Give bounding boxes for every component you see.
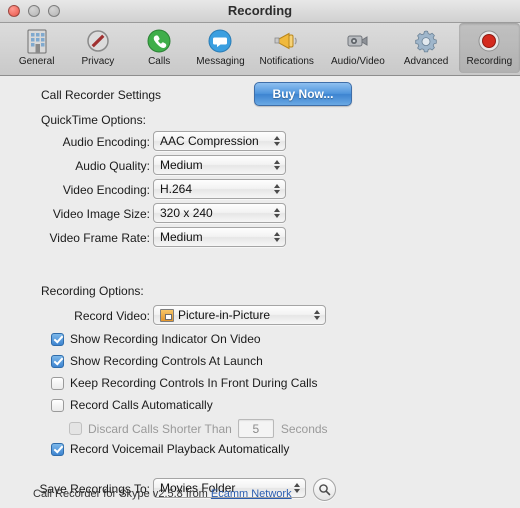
- zoom-button[interactable]: [48, 5, 60, 17]
- footer-text-row: Call Recorder for Skype v2.5.8 from Ecam…: [33, 488, 292, 500]
- chevron-updown-icon: [271, 229, 282, 245]
- reveal-in-finder-button[interactable]: [313, 478, 336, 501]
- video-image-size-value: 320 x 240: [160, 206, 213, 220]
- audio-encoding-label: Audio Encoding:: [62, 135, 150, 149]
- checkbox-label: Discard Calls Shorter Than: [88, 421, 232, 436]
- call-recorder-settings-row: Call Recorder Settings: [41, 88, 161, 102]
- checkbox-show-recording-indicator[interactable]: Show Recording Indicator On Video: [51, 332, 261, 346]
- video-image-size-label-wrap: Video Image Size:: [0, 207, 150, 221]
- recording-options-header: Recording Options:: [41, 284, 144, 298]
- record-video-label: Record Video:: [74, 309, 150, 323]
- preferences-window: Recording General Privacy Calls Messagin…: [0, 0, 520, 508]
- checkbox-discard-short-calls[interactable]: Discard Calls Shorter Than 5 Seconds: [69, 419, 328, 438]
- footer-text: Call Recorder for Skype v2.5.8 from: [33, 488, 211, 500]
- ecamm-network-link[interactable]: Ecamm Network: [211, 488, 292, 500]
- toolbar-label-privacy: Privacy: [81, 56, 115, 67]
- toolbar-label-notifications: Notifications: [259, 56, 314, 67]
- minimize-button[interactable]: [28, 5, 40, 17]
- video-frame-rate-value: Medium: [160, 230, 203, 244]
- video-encoding-label: Video Encoding:: [62, 183, 150, 197]
- video-image-size-label: Video Image Size:: [52, 207, 150, 221]
- toolbar-item-calls[interactable]: Calls: [129, 23, 190, 73]
- gear-icon: [411, 26, 441, 56]
- discard-seconds-suffix: Seconds: [280, 421, 328, 436]
- title-bar: Recording: [0, 0, 520, 23]
- audio-quality-label: Audio Quality:: [75, 159, 150, 173]
- chevron-updown-icon: [271, 157, 282, 173]
- checkbox-label: Show Recording Indicator On Video: [70, 332, 261, 346]
- audio-quality-value: Medium: [160, 158, 203, 172]
- megaphone-icon: [272, 26, 302, 56]
- video-encoding-value: H.264: [160, 182, 193, 196]
- record-video-label-wrap: Record Video:: [0, 309, 150, 323]
- chevron-updown-icon: [271, 181, 282, 197]
- checkbox-record-voicemail[interactable]: Record Voicemail Playback Automatically: [51, 442, 289, 456]
- toolbar-item-audio-video[interactable]: Audio/Video: [322, 23, 393, 73]
- checkbox-label: Show Recording Controls At Launch: [70, 354, 263, 368]
- call-recorder-settings-label: Call Recorder Settings: [41, 88, 162, 102]
- phone-icon: [144, 26, 174, 56]
- toolbar-item-advanced[interactable]: Advanced: [393, 23, 458, 73]
- checkbox-show-recording-controls[interactable]: Show Recording Controls At Launch: [51, 354, 263, 368]
- video-frame-rate-label-wrap: Video Frame Rate:: [0, 231, 151, 245]
- toolbar-item-notifications[interactable]: Notifications: [251, 23, 322, 73]
- chevron-updown-icon: [271, 205, 282, 221]
- toolbar-label-audio-video: Audio/Video: [331, 56, 385, 67]
- chevron-updown-icon: [311, 307, 322, 323]
- video-encoding-label-wrap: Video Encoding:: [0, 183, 150, 197]
- checkbox-label: Record Calls Automatically: [70, 398, 213, 412]
- record-video-select[interactable]: Picture-in-Picture: [153, 305, 326, 325]
- audio-encoding-select[interactable]: AAC Compression: [153, 131, 286, 151]
- checkbox-label: Record Voicemail Playback Automatically: [70, 442, 290, 456]
- close-button[interactable]: [8, 5, 20, 17]
- checkbox-box[interactable]: [69, 422, 82, 435]
- recording-pane: Call Recorder Settings Buy Now... QuickT…: [0, 76, 520, 508]
- audio-quality-select[interactable]: Medium: [153, 155, 286, 175]
- toolbar-item-messaging[interactable]: Messaging: [190, 23, 251, 73]
- checkbox-keep-controls-in-front[interactable]: Keep Recording Controls In Front During …: [51, 376, 317, 390]
- toolbar-label-messaging: Messaging: [196, 56, 245, 67]
- buy-now-row: Buy Now...: [254, 82, 352, 106]
- record-video-value: Picture-in-Picture: [178, 308, 271, 322]
- video-frame-rate-label: Video Frame Rate:: [49, 231, 151, 245]
- toolbar-item-general[interactable]: General: [6, 23, 67, 73]
- audio-encoding-label-wrap: Audio Encoding:: [0, 135, 150, 149]
- picture-in-picture-icon: [160, 308, 174, 322]
- chevron-updown-icon: [291, 480, 302, 496]
- building-icon: [22, 26, 52, 56]
- audio-quality-label-wrap: Audio Quality:: [0, 159, 150, 173]
- buy-now-button[interactable]: Buy Now...: [254, 82, 352, 106]
- toolbar-label-recording: Recording: [466, 56, 513, 67]
- video-encoding-select[interactable]: H.264: [153, 179, 286, 199]
- checkbox-box[interactable]: [51, 442, 64, 456]
- checkbox-label: Keep Recording Controls In Front During …: [70, 376, 318, 390]
- toolbar-label-advanced: Advanced: [403, 56, 449, 67]
- checkbox-box[interactable]: [51, 354, 64, 368]
- quicktime-options-header: QuickTime Options:: [41, 113, 146, 127]
- toolbar-item-privacy[interactable]: Privacy: [67, 23, 128, 73]
- checkbox-box[interactable]: [51, 398, 64, 412]
- video-image-size-select[interactable]: 320 x 240: [153, 203, 286, 223]
- magnifier-icon[interactable]: [313, 478, 336, 501]
- checkbox-record-calls-automatically[interactable]: Record Calls Automatically: [51, 398, 213, 412]
- discard-seconds-input[interactable]: 5: [237, 419, 274, 438]
- checkbox-box[interactable]: [51, 332, 64, 346]
- audio-encoding-value: AAC Compression: [160, 134, 259, 148]
- toolbar-label-calls: Calls: [148, 56, 171, 67]
- toolbar-item-recording[interactable]: Recording: [458, 23, 520, 73]
- no-entry-icon: [83, 26, 113, 56]
- toolbar-label-general: General: [18, 56, 55, 67]
- checkbox-box[interactable]: [51, 376, 64, 390]
- window-controls: [8, 5, 60, 17]
- preferences-toolbar: General Privacy Calls Messaging Notifica…: [0, 23, 520, 76]
- chevron-updown-icon: [271, 133, 282, 149]
- record-icon: [474, 26, 504, 56]
- window-title: Recording: [227, 3, 293, 18]
- camera-icon: [343, 26, 373, 56]
- video-frame-rate-select[interactable]: Medium: [153, 227, 286, 247]
- speech-bubble-icon: [205, 26, 235, 56]
